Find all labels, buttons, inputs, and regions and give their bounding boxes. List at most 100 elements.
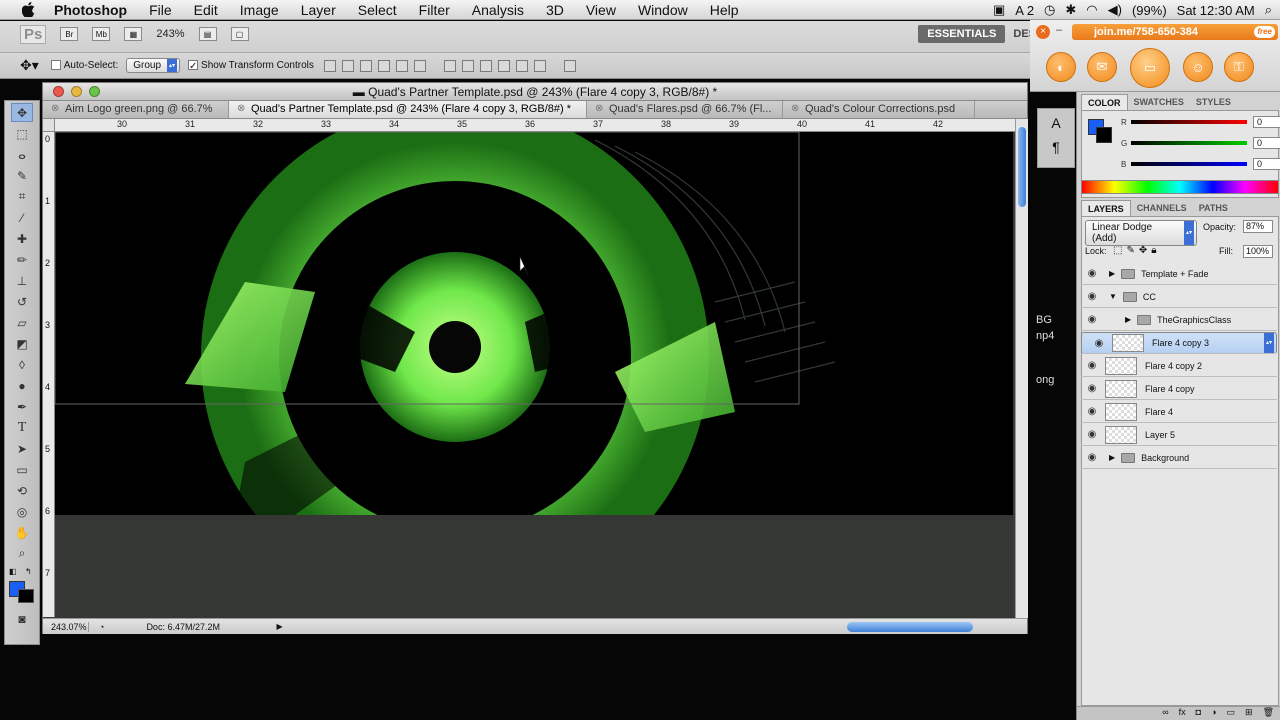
ruler-origin[interactable] <box>43 119 55 132</box>
default-colors-icon[interactable]: ◧ <box>9 567 17 576</box>
show-transform-checkbox[interactable]: ✓ <box>188 60 199 72</box>
clone-stamp-tool-icon[interactable]: ⊥ <box>11 271 33 290</box>
group-disclosure-icon[interactable]: ▶ <box>1109 269 1115 278</box>
visibility-eye-icon[interactable]: ◉ <box>1081 314 1103 325</box>
bluetooth-icon[interactable]: ✱ <box>1065 2 1076 18</box>
join-chat-icon[interactable]: ✉ <box>1087 52 1117 82</box>
auto-select-checkbox[interactable] <box>50 60 61 71</box>
history-brush-tool-icon[interactable]: ↺ <box>11 292 33 311</box>
menu-view[interactable]: View <box>574 2 626 18</box>
horizontal-scrollbar-thumb[interactable] <box>846 621 973 632</box>
marquee-tool-icon[interactable]: ⬚ <box>11 124 33 143</box>
auto-select-target-select[interactable]: Group <box>126 58 181 73</box>
tab-swatches[interactable]: SWATCHES <box>1128 94 1190 110</box>
rectangle-tool-icon[interactable]: ▭ <box>11 460 33 479</box>
align-right-icon[interactable] <box>413 59 426 72</box>
essentials-workspace-button[interactable]: ESSENTIALS <box>918 25 1006 43</box>
bridge-button[interactable]: Br <box>60 27 79 41</box>
blue-slider[interactable] <box>1131 162 1247 166</box>
opacity-value[interactable]: 87% <box>1243 220 1273 233</box>
status-zoom[interactable]: 243.07% <box>43 621 89 632</box>
quick-mask-icon[interactable]: ◙ <box>11 609 33 628</box>
hand-tool-icon[interactable]: ✋ <box>11 523 33 542</box>
join-people-icon[interactable]: ☺ <box>1183 52 1213 82</box>
layer-thumbnail[interactable] <box>1112 334 1144 352</box>
layer-row[interactable]: ◉ ▶ Background <box>1081 447 1277 469</box>
zoom-level-select[interactable]: 243% <box>156 28 184 40</box>
group-disclosure-icon[interactable]: ▼ <box>1109 292 1117 301</box>
type-tool-icon[interactable]: T <box>11 418 33 437</box>
document-canvas[interactable] <box>55 132 1013 515</box>
visibility-eye-icon[interactable]: ◉ <box>1081 268 1103 279</box>
visibility-eye-icon[interactable]: ◉ <box>1081 452 1103 463</box>
menu-window[interactable]: Window <box>626 2 698 18</box>
menu-select[interactable]: Select <box>346 2 407 18</box>
lock-options-icon[interactable]: ⬚✎✥🔒︎ <box>1113 245 1161 256</box>
tab-layers[interactable]: LAYERS <box>1081 200 1131 216</box>
vertical-scrollbar-thumb[interactable] <box>1018 127 1026 207</box>
zoom-window-button[interactable] <box>89 86 100 97</box>
join-lock-icon[interactable]: ⚿ <box>1224 52 1254 82</box>
layer-row[interactable]: ◉ Flare 4 copy <box>1081 378 1277 400</box>
menu-layer[interactable]: Layer <box>289 2 346 18</box>
delete-layer-icon[interactable]: 🗑︎ <box>1263 707 1274 720</box>
swap-colors-icon[interactable]: ↰ <box>25 567 32 576</box>
align-hcenter-icon[interactable] <box>395 59 408 72</box>
time-machine-icon[interactable]: ◷ <box>1044 2 1055 18</box>
add-mask-icon[interactable]: ◘ <box>1196 707 1201 720</box>
menu-edit[interactable]: Edit <box>182 2 228 18</box>
volume-icon[interactable]: ◀) <box>1108 2 1122 18</box>
group-disclosure-icon[interactable]: ▶ <box>1109 453 1115 462</box>
move-tool-preset-icon[interactable]: ✥▾ <box>20 57 39 74</box>
move-tool-icon[interactable]: ✥ <box>11 103 33 122</box>
close-window-button[interactable] <box>53 86 64 97</box>
menu-app-name[interactable]: Photoshop <box>42 2 137 18</box>
distribute-left-icon[interactable] <box>497 59 510 72</box>
blur-tool-icon[interactable]: ◊ <box>11 355 33 374</box>
join-minimize-icon[interactable]: – <box>1056 24 1062 36</box>
3d-orbit-tool-icon[interactable]: ◎ <box>11 502 33 521</box>
path-selection-tool-icon[interactable]: ➤ <box>11 439 33 458</box>
visibility-eye-icon[interactable]: ◉ <box>1081 406 1103 417</box>
green-slider[interactable] <box>1131 141 1247 145</box>
layer-row[interactable]: ◉ Layer 5 <box>1081 424 1277 446</box>
screen-mode-button[interactable]: ▢ <box>230 27 249 41</box>
red-value[interactable]: 0 <box>1253 116 1280 128</box>
tab-partner-template[interactable]: Quad's Partner Template.psd @ 243% (Flar… <box>229 101 587 118</box>
tab-paths[interactable]: PATHS <box>1193 200 1234 216</box>
color-spectrum-ramp[interactable] <box>1081 180 1279 194</box>
distribute-right-icon[interactable] <box>533 59 546 72</box>
new-layer-icon[interactable]: ⊞ <box>1245 707 1253 720</box>
menu-image[interactable]: Image <box>228 2 289 18</box>
wifi-icon[interactable]: ◠ <box>1086 2 1097 18</box>
healing-brush-tool-icon[interactable]: ✚ <box>11 229 33 248</box>
dodge-tool-icon[interactable]: ● <box>11 376 33 395</box>
eyedropper-tool-icon[interactable]: ⁄ <box>11 208 33 227</box>
distribute-hcenter-icon[interactable] <box>515 59 528 72</box>
group-disclosure-icon[interactable]: ▶ <box>1125 315 1131 324</box>
menu-analysis[interactable]: Analysis <box>460 2 534 18</box>
show-transform-option[interactable]: ✓ Show Transform Controls <box>188 60 314 72</box>
camera-icon[interactable]: ▣ <box>993 2 1005 18</box>
red-slider[interactable] <box>1131 120 1247 124</box>
status-menu-arrow-icon[interactable]: ▶ <box>276 622 282 631</box>
eraser-tool-icon[interactable]: ▱ <box>11 313 33 332</box>
background-color-swatch[interactable] <box>18 589 34 603</box>
green-value[interactable]: 0 <box>1253 137 1280 149</box>
layer-thumbnail[interactable] <box>1105 356 1137 375</box>
visibility-eye-icon[interactable]: ◉ <box>1081 360 1103 371</box>
status-preview-icon[interactable]: ◔ <box>99 622 104 632</box>
layer-row[interactable]: ◉ ▶ TheGraphicsClass <box>1081 309 1277 331</box>
layer-row[interactable]: ◉ ▼ CC <box>1081 286 1277 308</box>
blue-value[interactable]: 0 <box>1253 158 1280 170</box>
crop-tool-icon[interactable]: ⌗ <box>11 187 33 206</box>
clock[interactable]: Sat 12:30 AM <box>1177 3 1255 18</box>
join-url-badge[interactable]: join.me/758-650-384 free <box>1072 24 1278 40</box>
brush-tool-icon[interactable]: ✏ <box>11 250 33 269</box>
3d-rotate-tool-icon[interactable]: ⟲ <box>11 481 33 500</box>
tab-channels[interactable]: CHANNELS <box>1131 200 1193 216</box>
view-extras-button[interactable]: ▦ <box>124 27 143 41</box>
horizontal-ruler[interactable]: 30 31 32 33 34 35 36 37 38 39 40 41 42 <box>55 119 1016 132</box>
layer-thumbnail[interactable] <box>1105 425 1137 444</box>
character-panel-icon[interactable]: A <box>1038 115 1074 131</box>
